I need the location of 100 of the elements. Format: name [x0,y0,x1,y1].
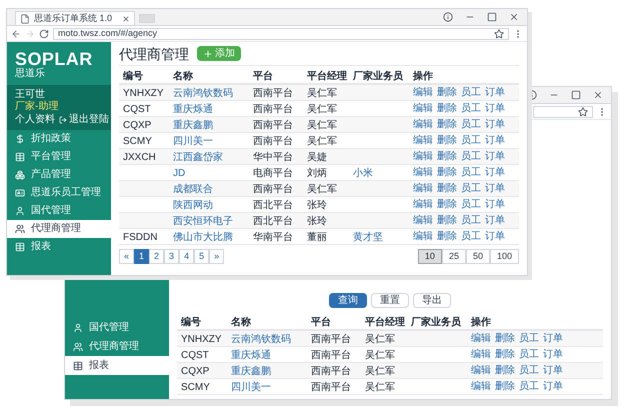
agency-link[interactable]: 江西鑫岱家 [173,152,223,163]
action-link[interactable]: 员工 [519,332,539,345]
sidebar-item[interactable]: 思道乐员工管理 [7,184,111,202]
action-link[interactable]: 编辑 [413,150,433,163]
action-link[interactable]: 删除 [437,86,457,99]
action-link[interactable]: 删除 [437,214,457,227]
action-link[interactable]: 编辑 [413,214,433,227]
info-icon[interactable] [443,12,453,22]
action-link[interactable]: 订单 [543,348,563,361]
page-size-button[interactable]: 10 [418,249,442,264]
page-button[interactable]: 4 [179,249,194,264]
maximize-icon[interactable] [487,12,497,22]
action-link[interactable]: 员工 [461,166,481,179]
action-link[interactable]: 员工 [461,102,481,115]
sidebar-item[interactable]: 产品管理 [7,166,111,184]
action-link[interactable]: 编辑 [413,230,433,243]
maximize-icon[interactable] [571,90,581,100]
agency-link[interactable]: 陕西网动 [173,200,213,211]
page-size-button[interactable]: 25 [442,249,466,264]
action-link[interactable]: 员工 [461,86,481,99]
reload-icon[interactable] [39,28,49,38]
action-link[interactable]: 订单 [543,364,563,377]
action-link[interactable]: 订单 [485,230,505,243]
action-link[interactable]: 编辑 [471,332,491,345]
action-link[interactable]: 员工 [461,214,481,227]
sidebar-item[interactable]: 国代管理 [65,318,169,337]
salesman-link[interactable]: 黄才坚 [353,232,383,243]
action-link[interactable]: 订单 [485,166,505,179]
salesman-link[interactable]: 小米 [353,168,373,179]
action-link[interactable]: 订单 [485,134,505,147]
action-link[interactable]: 删除 [495,364,515,377]
action-button[interactable]: 导出 [413,293,451,308]
action-link[interactable]: 删除 [437,134,457,147]
action-link[interactable]: 删除 [437,166,457,179]
action-link[interactable]: 编辑 [413,86,433,99]
agency-link[interactable]: 重庆鑫鹏 [231,366,271,377]
action-link[interactable]: 编辑 [413,102,433,115]
agency-link[interactable]: 四川美一 [231,382,271,393]
action-link[interactable]: 删除 [495,348,515,361]
action-link[interactable]: 编辑 [413,198,433,211]
action-link[interactable]: 编辑 [471,348,491,361]
action-link[interactable]: 编辑 [413,118,433,131]
sidebar-item[interactable]: 报表 [7,238,111,256]
page-button[interactable]: 3 [164,249,180,264]
action-link[interactable]: 订单 [485,198,505,211]
user-link[interactable]: 退出登陆 [59,114,109,126]
action-link[interactable]: 员工 [519,348,539,361]
browser-tab[interactable]: 思道乐订单系统 1.0 [15,11,135,25]
page-button[interactable]: 2 [149,249,164,264]
agency-link[interactable]: JD [173,168,186,179]
action-link[interactable]: 订单 [485,214,505,227]
page-button[interactable]: « [119,249,134,264]
agency-link[interactable]: 成都联合 [173,184,213,195]
page-size-button[interactable]: 50 [466,249,490,264]
bookmark-star-icon[interactable] [494,28,504,38]
action-button[interactable]: 查询 [329,293,367,308]
sidebar-item[interactable]: 代理商管理 [65,337,169,356]
agency-link[interactable]: 西安恒环电子 [173,216,233,227]
action-link[interactable]: 订单 [485,102,505,115]
close-tab-icon[interactable] [122,14,130,22]
action-link[interactable]: 删除 [437,198,457,211]
user-link[interactable]: 个人资料 [15,114,55,126]
agency-link[interactable]: 重庆烁通 [173,104,213,115]
action-link[interactable]: 编辑 [413,166,433,179]
action-link[interactable]: 订单 [485,182,505,195]
back-icon[interactable] [11,28,21,38]
close-icon[interactable] [509,12,519,22]
agency-link[interactable]: 四川美一 [173,136,213,147]
action-link[interactable]: 删除 [495,332,515,345]
action-link[interactable]: 员工 [519,364,539,377]
action-link[interactable]: 删除 [437,230,457,243]
action-link[interactable]: 订单 [543,380,563,393]
action-link[interactable]: 订单 [543,332,563,345]
bookmark-star-icon[interactable] [578,106,588,116]
action-link[interactable]: 订单 [485,118,505,131]
agency-link[interactable]: 云南鸿钦数码 [173,88,233,99]
agency-link[interactable]: 重庆鑫鹏 [173,120,213,131]
sidebar-item[interactable]: 代理商管理 [7,220,111,238]
sidebar-item[interactable]: 平台管理 [7,148,111,166]
action-button[interactable]: 重置 [371,293,409,308]
action-link[interactable]: 编辑 [471,364,491,377]
action-link[interactable]: 订单 [485,150,505,163]
add-button[interactable]: 添加 [197,46,241,61]
address-field[interactable] [533,106,593,118]
agency-link[interactable]: 重庆烁通 [231,350,271,361]
action-link[interactable]: 删除 [495,380,515,393]
address-field[interactable]: moto.twsz.com/#/agency [53,28,509,40]
page-button[interactable]: » [209,249,224,264]
action-link[interactable]: 员工 [461,230,481,243]
action-link[interactable]: 订单 [485,86,505,99]
action-link[interactable]: 删除 [437,150,457,163]
close-icon[interactable] [593,90,603,100]
action-link[interactable]: 编辑 [413,134,433,147]
page-size-button[interactable]: 100 [490,249,519,264]
action-link[interactable]: 员工 [461,118,481,131]
sidebar-item[interactable]: 折扣政策 [7,130,111,148]
sidebar-item[interactable]: 国代管理 [7,202,111,220]
action-link[interactable]: 删除 [437,182,457,195]
sidebar-item[interactable]: 报表 [65,356,169,375]
action-link[interactable]: 编辑 [413,182,433,195]
